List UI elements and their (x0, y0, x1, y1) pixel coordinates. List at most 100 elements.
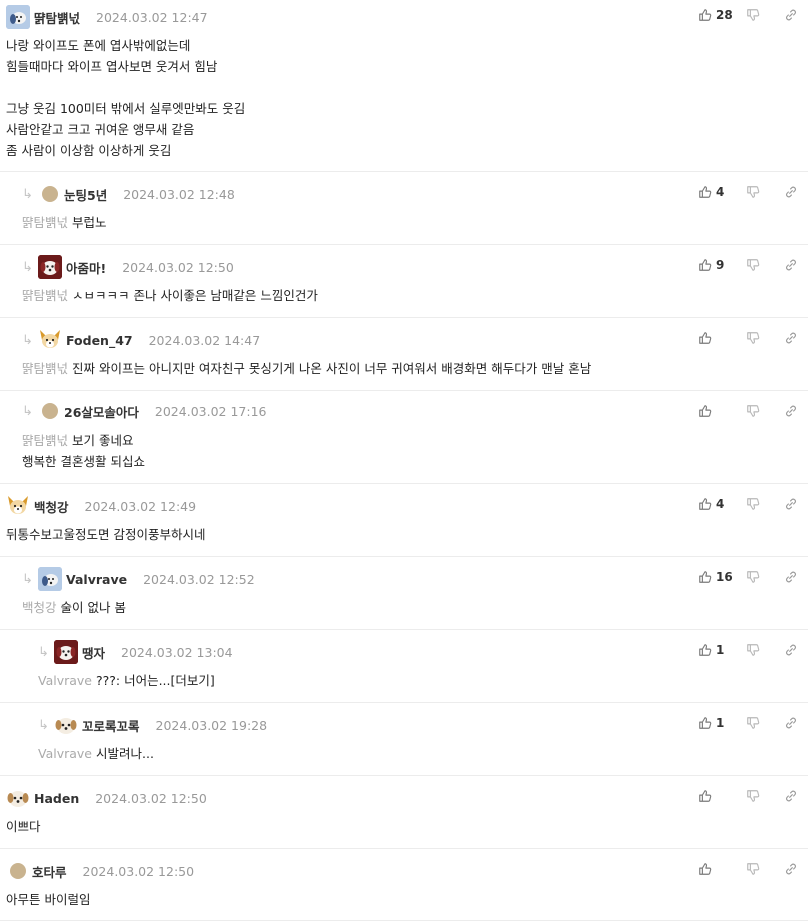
thumbs-down-icon[interactable] (746, 404, 760, 418)
comment-meta: 호타루 2024.03.02 12:50 (6, 856, 194, 886)
thumbs-up-icon[interactable] (698, 8, 712, 22)
comment-meta: 백청강 2024.03.02 12:49 (6, 491, 196, 521)
link-icon[interactable] (784, 862, 798, 876)
comment-line: 힘들때마다 와이프 엽사보면 웃겨서 힘남 (6, 59, 218, 74)
link-icon[interactable] (784, 8, 798, 22)
comment-line: 좀 사람이 이상함 이상하게 웃김 (6, 143, 172, 158)
link-icon[interactable] (784, 331, 798, 345)
thumbs-up-icon[interactable] (698, 497, 712, 511)
thumbs-up-icon[interactable] (698, 185, 712, 199)
thumbs-down-icon[interactable] (746, 258, 760, 272)
comment-body: 나랑 와이프도 폰에 엽사밖에없는데 힘들때마다 와이프 엽사보면 웃겨서 힘남… (6, 35, 788, 161)
link-icon[interactable] (784, 789, 798, 803)
comment-body: 땱탐뱱넋 ㅅㅂㅋㅋㅋ 존나 사이좋은 남매같은 느낌인건가 (22, 285, 788, 306)
like-count: 4 (716, 185, 725, 199)
comment-actions: 4 (698, 495, 798, 513)
comment-text: 뒤통수보고울정도면 감정이풍부하시네 (6, 527, 206, 542)
reply-arrow-icon: ↳ (22, 186, 33, 202)
author-nickname[interactable]: Haden (34, 791, 79, 806)
comment-date: 2024.03.02 14:47 (148, 332, 261, 348)
comment-date: 2024.03.02 12:50 (82, 863, 195, 879)
puppy-icon[interactable] (54, 713, 78, 737)
reply-item: ↳ 아줌마! 2024.03.02 12:50 9 땱탐뱱넋 ㅅㅂㅋㅋㅋ 존나 사… (0, 246, 808, 318)
like-count: 16 (716, 570, 733, 584)
dog-red-icon[interactable] (54, 640, 78, 664)
comment-line: 나랑 와이프도 폰에 엽사밖에없는데 (6, 38, 191, 53)
comment-meta: ↳ 눈팅5년 2024.03.02 12:48 (22, 179, 235, 209)
author-nickname[interactable]: 호타루 (32, 862, 67, 881)
dot-avatar[interactable] (42, 186, 58, 202)
link-icon[interactable] (784, 404, 798, 418)
comment-meta: Haden 2024.03.02 12:50 (6, 783, 207, 813)
author-nickname[interactable]: 땡자 (82, 643, 105, 662)
thumbs-down-icon[interactable] (746, 716, 760, 730)
dog-red-icon[interactable] (38, 255, 62, 279)
author-nickname[interactable]: 백청강 (34, 497, 69, 516)
thumbs-down-icon[interactable] (746, 185, 760, 199)
mention-tag[interactable]: 땱탐뱱넋 (22, 288, 68, 303)
thumbs-down-icon[interactable] (746, 862, 760, 876)
mention-tag[interactable]: 땱탐뱱넋 (22, 361, 68, 376)
link-icon[interactable] (784, 258, 798, 272)
like-count: 28 (716, 8, 733, 22)
comment-date: 2024.03.02 12:50 (95, 790, 207, 806)
comment-actions: 1 (698, 641, 798, 659)
link-icon[interactable] (784, 716, 798, 730)
dot-avatar[interactable] (10, 863, 26, 879)
comment-date: 2024.03.02 12:47 (96, 9, 208, 25)
mention-tag[interactable]: 땱탐뱱넋 (22, 215, 68, 230)
dot-avatar[interactable] (42, 403, 58, 419)
comment-body: 백청강 술이 없나 봄 (22, 597, 788, 618)
thumbs-down-icon[interactable] (746, 497, 760, 511)
mention-tag[interactable]: Valvrave (38, 673, 92, 688)
author-nickname[interactable]: 아줌마! (66, 258, 106, 277)
comment-item: 호타루 2024.03.02 12:50 아무튼 바이럴임 (0, 850, 808, 921)
mention-tag[interactable]: Valvrave (38, 746, 92, 761)
like-count: 9 (716, 258, 725, 272)
mention-tag[interactable]: 백청강 (22, 600, 57, 615)
comment-meta: ↳ 26살모솔아다 2024.03.02 17:16 (22, 396, 266, 426)
dog-blue-icon[interactable] (6, 5, 30, 29)
comment-body: 땱탐뱱넋 보기 좋네요 행복한 결혼생활 되십쇼 (22, 430, 788, 472)
comment-text[interactable]: ???: 너어는...[더보기] (96, 673, 215, 688)
author-nickname[interactable]: 눈팅5년 (64, 185, 107, 204)
author-nickname[interactable]: Valvrave (66, 572, 127, 587)
link-icon[interactable] (784, 497, 798, 511)
link-icon[interactable] (784, 643, 798, 657)
thumbs-up-icon[interactable] (698, 404, 712, 418)
link-icon[interactable] (784, 570, 798, 584)
thumbs-up-icon[interactable] (698, 570, 712, 584)
reply-arrow-icon: ↳ (22, 332, 33, 348)
thumbs-down-icon[interactable] (746, 8, 760, 22)
thumbs-up-icon[interactable] (698, 716, 712, 730)
thumbs-down-icon[interactable] (746, 570, 760, 584)
comment-item: 백청강 2024.03.02 12:49 4 뒤통수보고울정도면 감정이풍부하시… (0, 485, 808, 557)
dog-blue-icon[interactable] (38, 567, 62, 591)
thumbs-up-icon[interactable] (698, 789, 712, 803)
reply-item: ↳ 땡자 2024.03.02 13:04 1 Valvrave ???: 너어는… (0, 631, 808, 703)
thumbs-down-icon[interactable] (746, 789, 760, 803)
fox-icon[interactable] (38, 328, 62, 352)
link-icon[interactable] (784, 185, 798, 199)
author-nickname[interactable]: 꼬로록꼬록 (82, 716, 140, 735)
comment-date: 2024.03.02 13:04 (121, 644, 233, 660)
comment-meta: 땱탐뱱넋 2024.03.02 12:47 (6, 2, 208, 32)
author-nickname[interactable]: 땱탐뱱넋 (34, 8, 80, 27)
thumbs-up-icon[interactable] (698, 862, 712, 876)
author-nickname[interactable]: Foden_47 (66, 333, 133, 348)
thumbs-up-icon[interactable] (698, 643, 712, 657)
thumbs-up-icon[interactable] (698, 258, 712, 272)
comment-body: 뒤통수보고울정도면 감정이풍부하시네 (6, 524, 788, 545)
author-nickname[interactable]: 26살모솔아다 (64, 402, 139, 421)
reply-arrow-icon: ↳ (22, 403, 33, 419)
thumbs-down-icon[interactable] (746, 331, 760, 345)
thumbs-down-icon[interactable] (746, 643, 760, 657)
comment-text: 아무튼 바이럴임 (6, 892, 91, 907)
puppy-icon[interactable] (6, 786, 30, 810)
comment-line: 행복한 결혼생활 되십쇼 (22, 454, 145, 469)
mention-tag[interactable]: 땱탐뱱넋 (22, 433, 68, 448)
comment-body: Valvrave 시발려나... (38, 743, 788, 764)
thumbs-up-icon[interactable] (698, 331, 712, 345)
comment-text: 보기 좋네요 (72, 433, 134, 448)
fox-icon[interactable] (6, 494, 30, 518)
